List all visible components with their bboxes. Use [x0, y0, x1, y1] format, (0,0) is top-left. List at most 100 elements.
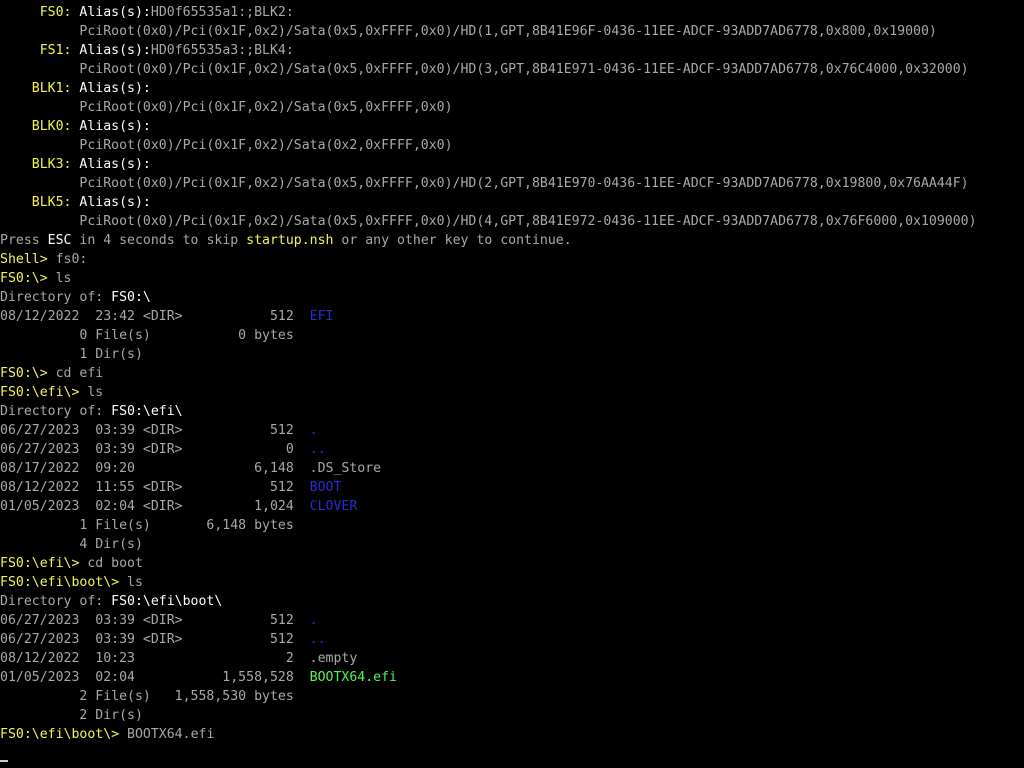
- terminal-text-segment: PciRoot(0x0)/Pci(0x1F,0x2)/Sata(0x5,0xFF…: [0, 62, 969, 77]
- terminal-line: PciRoot(0x0)/Pci(0x1F,0x2)/Sata(0x5,0xFF…: [0, 212, 977, 231]
- terminal-text-segment: 06/27/2023 03:39 <DIR> 0: [0, 442, 310, 457]
- terminal-line: BLK1: Alias(s):: [0, 79, 151, 98]
- terminal-line: 06/27/2023 03:39 <DIR> 512 ..: [0, 630, 326, 649]
- terminal-text-segment: ls: [55, 271, 72, 286]
- terminal-text-segment: FS0:\efi\boot\>: [0, 575, 128, 590]
- terminal-text-segment: ls: [127, 575, 143, 590]
- terminal-line: 06/27/2023 03:39 <DIR> 512 .: [0, 611, 318, 630]
- terminal-text-segment: FS0:\efi\boot\: [111, 594, 223, 609]
- terminal-text-segment: FS1:: [0, 43, 80, 58]
- terminal-text-segment: ESC: [47, 233, 72, 248]
- terminal-text-segment: Alias(s):: [79, 119, 151, 134]
- terminal-text-segment: PciRoot(0x0)/Pci(0x1F,0x2)/Sata(0x2,0xFF…: [0, 138, 453, 153]
- terminal-text-segment: FS0:\efi\>: [0, 556, 88, 571]
- terminal-text-segment: Directory of:: [0, 404, 112, 419]
- terminal-text-segment: 06/27/2023 03:39 <DIR> 512: [0, 613, 310, 628]
- terminal-text-segment: fs0:: [55, 252, 88, 267]
- terminal-text-segment: 1 Dir(s): [0, 347, 143, 362]
- terminal-line: FS0:\efi\> ls: [0, 383, 103, 402]
- terminal-text-segment: cd efi: [55, 366, 104, 381]
- terminal-text-segment: 08/17/2022 09:20 6,148 .DS_Store: [0, 461, 382, 476]
- terminal-text-segment: BLK5:: [0, 195, 80, 210]
- terminal-text-segment: PciRoot(0x0)/Pci(0x1F,0x2)/Sata(0x5,0xFF…: [0, 24, 937, 39]
- terminal-text-segment: .: [309, 423, 318, 438]
- terminal-line: BLK0: Alias(s):: [0, 117, 151, 136]
- terminal-text-segment: Directory of:: [0, 594, 112, 609]
- terminal-line: Press ESC in 4 seconds to skip startup.n…: [0, 231, 572, 250]
- terminal-line: FS1: Alias(s):HD0f65535a3:;BLK4:: [0, 41, 294, 60]
- terminal-line: PciRoot(0x0)/Pci(0x1F,0x2)/Sata(0x5,0xFF…: [0, 60, 969, 79]
- terminal-line: 4 Dir(s): [0, 535, 143, 554]
- terminal-text-segment: Alias(s):: [79, 157, 151, 172]
- terminal-line: 2 Dir(s): [0, 706, 143, 725]
- terminal-line: FS0:\> ls: [0, 269, 71, 288]
- terminal-text-segment: Alias(s):: [79, 43, 151, 58]
- terminal-line: PciRoot(0x0)/Pci(0x1F,0x2)/Sata(0x5,0xFF…: [0, 22, 937, 41]
- terminal-line: FS0: Alias(s):HD0f65535a1:;BLK2:: [0, 3, 294, 22]
- terminal-text-segment: CLOVER: [309, 499, 358, 514]
- terminal-line: 06/27/2023 03:39 <DIR> 0 ..: [0, 440, 326, 459]
- terminal-text-segment: ..: [309, 442, 326, 457]
- terminal-line: 1 Dir(s): [0, 345, 143, 364]
- terminal-text-segment: Alias(s):: [79, 5, 151, 20]
- terminal-line: 2 File(s) 1,558,530 bytes: [0, 687, 294, 706]
- terminal-text-segment: 4 Dir(s): [0, 537, 143, 552]
- terminal-text-segment: FS0:\>: [0, 366, 56, 381]
- terminal-text-segment: BLK3:: [0, 157, 80, 172]
- terminal-text-segment: 2 File(s) 1,558,530 bytes: [0, 689, 294, 704]
- uefi-shell-terminal[interactable]: FS0: Alias(s):HD0f65535a1:;BLK2: PciRoot…: [0, 3, 1024, 768]
- terminal-text-segment: in 4 seconds to skip: [71, 233, 247, 248]
- terminal-text-segment: Alias(s):: [79, 195, 151, 210]
- terminal-text-segment: Directory of:: [0, 290, 112, 305]
- terminal-text-segment: BOOT: [309, 480, 342, 495]
- terminal-text-segment: 08/12/2022 23:42 <DIR> 512: [0, 309, 310, 324]
- terminal-line: PciRoot(0x0)/Pci(0x1F,0x2)/Sata(0x5,0xFF…: [0, 174, 969, 193]
- terminal-line: 06/27/2023 03:39 <DIR> 512 .: [0, 421, 318, 440]
- terminal-line: FS0:\> cd efi: [0, 364, 103, 383]
- terminal-text-segment: HD0f65535a1:;BLK2:: [150, 5, 294, 20]
- terminal-line: FS0:\efi\boot\> BOOTX64.efi: [0, 725, 214, 744]
- terminal-text-segment: 08/12/2022 10:23 2 .empty: [0, 651, 358, 666]
- terminal-text-segment: cd boot: [87, 556, 143, 571]
- terminal-text-segment: Shell>: [0, 252, 56, 267]
- text-cursor: [0, 760, 8, 762]
- terminal-line: PciRoot(0x0)/Pci(0x1F,0x2)/Sata(0x2,0xFF…: [0, 136, 453, 155]
- terminal-text-segment: FS0:\: [111, 290, 151, 305]
- terminal-text-segment: .: [309, 613, 318, 628]
- terminal-text-segment: or any other key to continue.: [333, 233, 572, 248]
- terminal-line: Directory of: FS0:\efi\: [0, 402, 183, 421]
- terminal-text-segment: ..: [309, 632, 326, 647]
- terminal-line: PciRoot(0x0)/Pci(0x1F,0x2)/Sata(0x5,0xFF…: [0, 98, 453, 117]
- terminal-line: 0 File(s) 0 bytes: [0, 326, 294, 345]
- terminal-text-segment: EFI: [309, 309, 334, 324]
- terminal-line: 1 File(s) 6,148 bytes: [0, 516, 294, 535]
- terminal-text-segment: FS0:\efi\: [111, 404, 183, 419]
- terminal-line: 08/12/2022 10:23 2 .empty: [0, 649, 357, 668]
- terminal-text-segment: BLK0:: [0, 119, 80, 134]
- terminal-line: Directory of: FS0:\: [0, 288, 151, 307]
- terminal-text-segment: BLK1:: [0, 81, 80, 96]
- terminal-line: Shell> fs0:: [0, 250, 87, 269]
- terminal-text-segment: 08/12/2022 11:55 <DIR> 512: [0, 480, 310, 495]
- terminal-text-segment: 01/05/2023 02:04 1,558,528: [0, 670, 310, 685]
- terminal-line: 08/12/2022 11:55 <DIR> 512 BOOT: [0, 478, 341, 497]
- terminal-line: FS0:\efi\boot\> ls: [0, 573, 143, 592]
- terminal-text-segment: FS0:\efi\>: [0, 385, 88, 400]
- terminal-text-segment: 01/05/2023 02:04 <DIR> 1,024: [0, 499, 310, 514]
- terminal-text-segment: PciRoot(0x0)/Pci(0x1F,0x2)/Sata(0x5,0xFF…: [0, 176, 969, 191]
- terminal-text-segment: FS0:: [0, 5, 80, 20]
- terminal-text-segment: PciRoot(0x0)/Pci(0x1F,0x2)/Sata(0x5,0xFF…: [0, 100, 453, 115]
- terminal-text-segment: 0 File(s) 0 bytes: [0, 328, 294, 343]
- terminal-text-segment: FS0:\>: [0, 271, 56, 286]
- terminal-text-segment: FS0:\efi\boot\>: [0, 727, 128, 742]
- terminal-text-segment: BOOTX64.efi: [309, 670, 397, 685]
- terminal-text-segment: Press: [0, 233, 48, 248]
- terminal-line: BLK5: Alias(s):: [0, 193, 151, 212]
- terminal-text-segment: 1 File(s) 6,148 bytes: [0, 518, 294, 533]
- terminal-text-segment: Alias(s):: [79, 81, 151, 96]
- terminal-text-segment: 06/27/2023 03:39 <DIR> 512: [0, 632, 310, 647]
- terminal-line: 08/12/2022 23:42 <DIR> 512 EFI: [0, 307, 333, 326]
- terminal-text-segment: PciRoot(0x0)/Pci(0x1F,0x2)/Sata(0x5,0xFF…: [0, 214, 977, 229]
- terminal-line: 01/05/2023 02:04 <DIR> 1,024 CLOVER: [0, 497, 357, 516]
- terminal-text-segment: ls: [87, 385, 104, 400]
